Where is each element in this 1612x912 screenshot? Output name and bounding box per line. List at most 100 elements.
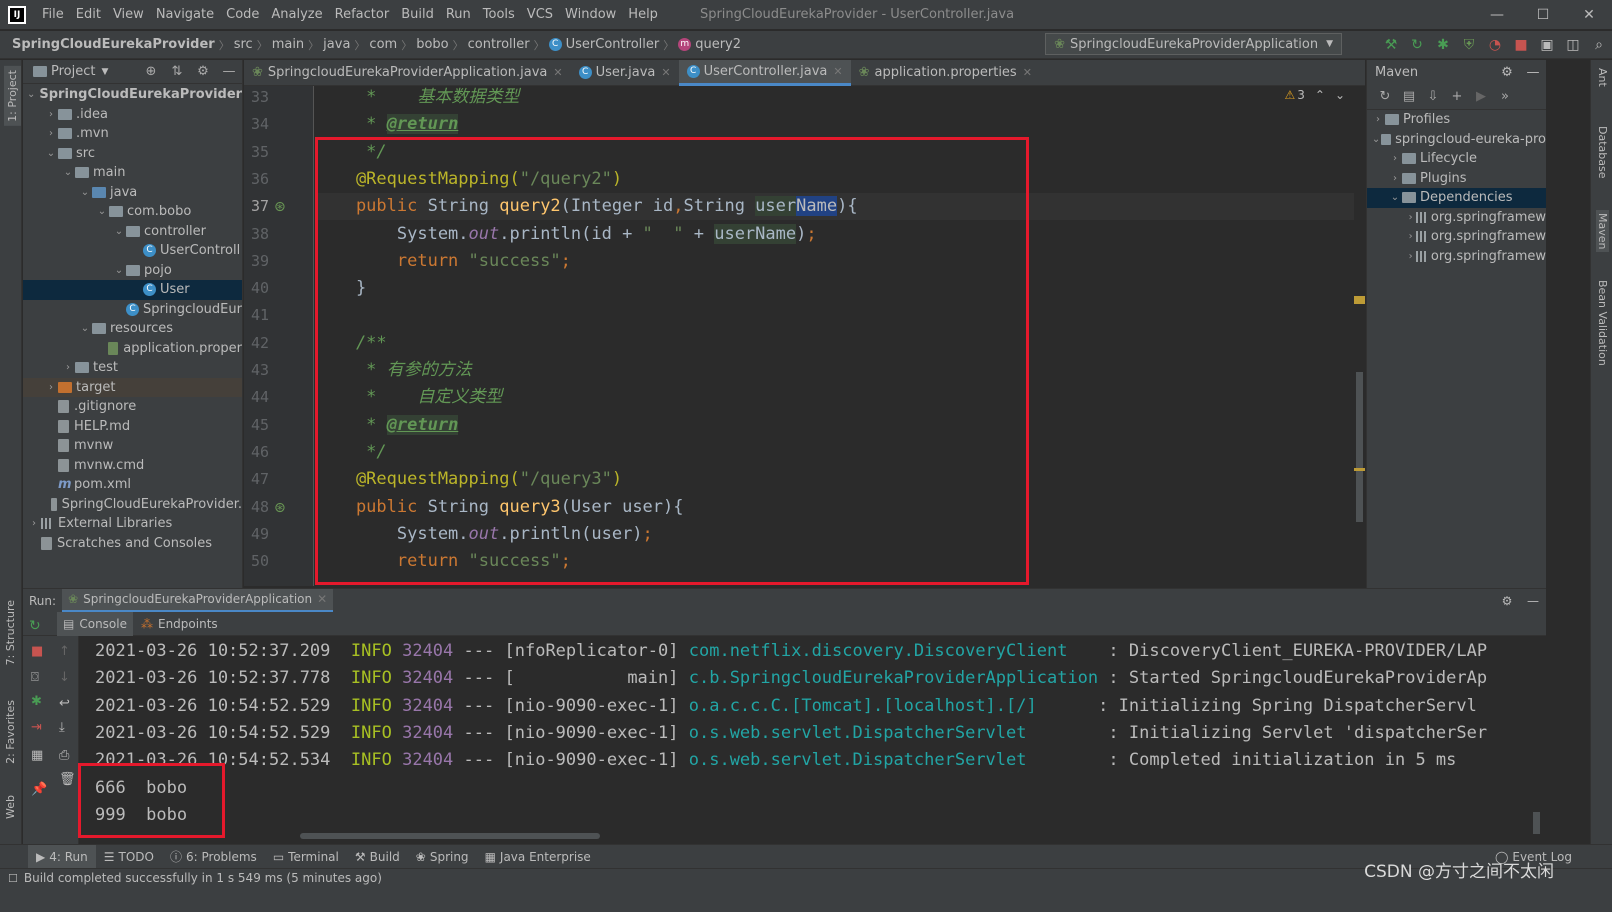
collapsed-arrow-icon[interactable]: › [1405,251,1416,262]
tab-bean-validation[interactable]: Bean Validation [1596,280,1609,366]
tree-item[interactable]: ⌄ src [23,144,242,164]
run-tab[interactable]: ❀ SpringcloudEurekaProviderApplication ✕ [62,588,334,613]
close-button[interactable]: ✕ [1566,0,1612,30]
tree-item[interactable]: application.proper [23,339,242,359]
tree-item[interactable]: C SpringcloudEur [23,300,242,320]
camera-icon[interactable]: ⌼ [31,670,39,685]
breadcrumb-item[interactable]: C UserController [545,37,664,52]
maximize-button[interactable]: ☐ [1520,0,1566,30]
exit-icon[interactable]: ⇥ [31,720,42,735]
tab-project[interactable]: 1: Project [4,66,21,126]
collapsed-arrow-icon[interactable]: › [1405,212,1416,223]
tab-endpoints[interactable]: ⁂ Endpoints [133,612,226,636]
add-project-icon[interactable]: ▤ [1397,89,1421,104]
coverage-icon[interactable]: ⛨ [1456,37,1482,53]
menu-view[interactable]: View [107,0,150,30]
bottom-tab-todo[interactable]: ☰ TODO [96,850,162,864]
inspection-widget[interactable]: ⚠ 3 ⌃ ⌄ [1284,88,1345,102]
profile-icon[interactable]: ◔ [1482,37,1508,53]
run-config-select[interactable]: ❀ SpringcloudEurekaProviderApplication ▼ [1045,33,1342,55]
close-icon[interactable]: ✕ [317,592,327,606]
editor-scrollbar[interactable] [1354,86,1365,586]
hide-icon[interactable]: — [1520,65,1546,80]
breadcrumb-item[interactable]: src [230,37,257,52]
tab-favorites[interactable]: 2: Favorites [4,700,17,764]
bottom-tab-spring[interactable]: ❀ Spring [408,850,477,864]
maven-tree-item[interactable]: › org.springframew [1367,208,1546,228]
debug-icon[interactable]: ✱ [31,694,42,709]
scroll-down-icon[interactable]: ↓ [59,670,70,685]
stop-icon[interactable]: ■ [31,644,43,659]
menu-tools[interactable]: Tools [477,0,521,30]
soft-wrap-icon[interactable]: ↩ [59,696,70,711]
tree-item[interactable]: › External Libraries [23,514,242,534]
menu-edit[interactable]: Edit [70,0,107,30]
expanded-arrow-icon[interactable]: ⌄ [1388,192,1402,203]
spring-bean-gutter-icon[interactable]: ⊛ [274,199,286,215]
maven-tree-item[interactable]: › org.springframew [1367,247,1546,267]
tree-item[interactable]: ⌄ com.bobo [23,202,242,222]
tree-item[interactable]: C UserControll [23,241,242,261]
tree-item[interactable]: › target [23,377,242,397]
expanded-arrow-icon[interactable]: ⌄ [1371,134,1381,145]
scroll-up-icon[interactable]: ↑ [59,644,70,659]
console-h-scroll-thumb[interactable] [300,833,600,839]
maven-tree-item[interactable]: ⌄ springcloud-eureka-pro [1367,130,1546,150]
editor-tab[interactable]: ❀ application.properties ✕ [851,60,1040,86]
bottom-tab-java-enterprise[interactable]: ▦ Java Enterprise [477,850,599,864]
collapse-icon[interactable]: ⇅ [164,64,190,79]
minimize-button[interactable]: — [1474,0,1520,30]
menu-file[interactable]: File [36,0,70,30]
menu-window[interactable]: Window [559,0,622,30]
breadcrumb-item[interactable]: bobo [412,37,452,52]
editor-tab[interactable]: C User.java ✕ [571,60,679,86]
print-icon[interactable]: ⎙ [59,748,69,763]
menu-vcs[interactable]: VCS [521,0,559,30]
console-output[interactable]: 2021-03-26 10:52:37.209 INFO 32404 --- [… [80,636,1546,844]
close-icon[interactable]: ✕ [553,66,562,79]
plus-icon[interactable]: + [1445,89,1469,104]
tree-item[interactable]: › .mvn [23,124,242,144]
collapsed-arrow-icon[interactable]: › [1371,114,1385,125]
tree-item[interactable]: ⌄SpringCloudEurekaProviderD [23,85,242,105]
breadcrumb-item[interactable]: SpringCloudEurekaProvider [8,37,219,52]
console-v-scroll-thumb[interactable] [1533,812,1540,834]
close-icon[interactable]: ✕ [1023,66,1032,79]
tree-item[interactable]: › test [23,358,242,378]
locate-icon[interactable]: ⊕ [138,64,164,79]
gear-icon[interactable]: ⚙ [1494,594,1520,608]
rerun-icon[interactable]: ↻ [29,618,41,634]
tree-item[interactable]: .gitignore [23,397,242,417]
tree-item[interactable]: Scratches and Consoles [23,534,242,554]
menu-analyze[interactable]: Analyze [265,0,328,30]
breadcrumb-item[interactable]: com [365,37,401,52]
tree-item[interactable]: ⌄ main [23,163,242,183]
maven-tree-item[interactable]: › Lifecycle [1367,149,1546,169]
run-icon[interactable]: ▶ [1469,89,1493,104]
chevron-down-icon[interactable]: ▼ [101,67,108,77]
scroll-end-icon[interactable]: ⤓ [59,720,65,735]
more-icon[interactable]: » [1493,89,1517,104]
reload-icon[interactable]: ↻ [1373,89,1397,104]
tree-item[interactable]: mvnw [23,436,242,456]
status-square-icon[interactable]: ☐ [8,872,18,885]
tree-item[interactable]: ⌄ pojo [23,261,242,281]
bottom-tab-build[interactable]: ⚒ Build [347,850,408,864]
tree-item[interactable]: › .idea [23,105,242,125]
project-panel-title[interactable]: Project [51,64,95,79]
scroll-thumb[interactable] [1356,372,1363,522]
expanded-arrow-icon[interactable]: ⌄ [112,265,126,276]
gear-icon[interactable]: ⚙ [190,64,216,79]
close-icon[interactable]: ✕ [833,65,842,78]
tree-item[interactable]: SpringCloudEurekaProvider. [23,495,242,515]
spring-bean-gutter-icon[interactable]: ⊛ [274,500,286,516]
expanded-arrow-icon[interactable]: ⌄ [61,167,75,178]
maven-tree-item[interactable]: › Profiles [1367,110,1546,130]
collapsed-arrow-icon[interactable]: › [27,518,41,529]
menu-help[interactable]: Help [622,0,664,30]
tree-item[interactable]: C User [23,280,242,300]
tab-ant[interactable]: Ant [1596,68,1609,87]
menu-refactor[interactable]: Refactor [329,0,396,30]
expanded-arrow-icon[interactable]: ⌄ [95,206,109,217]
hide-icon[interactable]: — [216,64,242,79]
